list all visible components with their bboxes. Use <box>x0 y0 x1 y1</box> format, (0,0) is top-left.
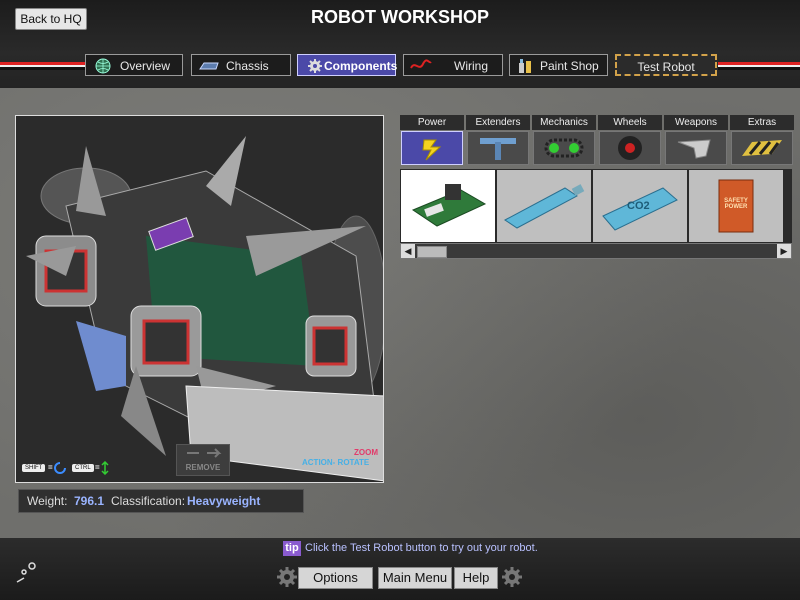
shift-equals: = <box>48 463 53 472</box>
category-power[interactable]: Power <box>400 115 464 167</box>
category-label: Weapons <box>664 115 728 130</box>
category-icon-box <box>665 131 727 165</box>
category-icon-box <box>533 131 595 165</box>
gear-icon <box>277 567 297 587</box>
rotate-icon <box>54 462 66 474</box>
category-icon-box <box>731 131 793 165</box>
tab-components[interactable]: Components <box>297 54 398 76</box>
category-extras[interactable]: Extras <box>730 115 794 167</box>
gear-icon <box>502 567 522 587</box>
robot-3d-viewport[interactable]: REMOVE SHIFT = CTRL = ZOOM ACTION- ROTAT… <box>15 115 384 483</box>
part-circuit-board[interactable] <box>401 170 495 242</box>
tab-label: Components <box>324 59 398 73</box>
game-logo-icon <box>16 562 36 583</box>
help-button[interactable]: Help <box>454 567 498 589</box>
category-label: Extras <box>730 115 794 130</box>
lightning-icon <box>422 139 442 161</box>
wheel-icon <box>618 136 642 160</box>
beam-icon <box>480 138 516 160</box>
parts-list: CO2 SAFETY POWER <box>400 169 792 243</box>
ctrl-key-hint: CTRL <box>72 464 94 472</box>
remove-arrow-icon <box>187 448 222 458</box>
plow-icon <box>677 139 711 159</box>
page-title: ROBOT WORKSHOP <box>311 7 489 27</box>
tab-label: Overview <box>120 59 171 73</box>
co2-label: CO2 <box>627 200 650 212</box>
tank-icon <box>504 184 585 229</box>
part-tank-blue[interactable] <box>497 170 591 242</box>
scroll-right-arrow-icon[interactable]: ▶ <box>777 244 791 258</box>
tab-overview[interactable]: Overview <box>85 54 183 76</box>
category-label: Power <box>400 115 464 130</box>
wire-icon <box>410 59 432 69</box>
action-rotate-hint: ACTION- ROTATE <box>302 458 370 467</box>
robot-model <box>16 116 383 482</box>
parts-scrollbar[interactable]: ◀ ▶ <box>400 243 792 259</box>
tab-chassis[interactable]: Chassis <box>191 54 291 76</box>
category-label: Extenders <box>466 115 530 130</box>
category-mechanics[interactable]: Mechanics <box>532 115 596 167</box>
weight-label: Weight: <box>27 494 68 508</box>
zoom-hint: ZOOM <box>354 448 378 457</box>
safety-power-label: SAFETY POWER <box>724 198 748 210</box>
tab-wiring[interactable]: Wiring <box>403 54 503 76</box>
tab-label: Wiring <box>454 59 489 73</box>
category-icon-box <box>401 131 463 165</box>
chassis-icon <box>199 62 219 70</box>
vertical-arrows-icon <box>101 461 109 475</box>
classification-label: Classification: <box>111 494 186 508</box>
cable-decoration-right <box>718 62 800 70</box>
test-robot-button[interactable]: Test Robot <box>615 54 717 76</box>
ctrl-equals: = <box>95 463 100 472</box>
scroll-left-arrow-icon[interactable]: ◀ <box>401 244 415 258</box>
cable-decoration-left <box>0 62 86 70</box>
chain-icon <box>544 138 584 158</box>
category-weapons[interactable]: Weapons <box>664 115 728 167</box>
category-wheels[interactable]: Wheels <box>598 115 662 167</box>
globe-icon <box>95 58 111 74</box>
robot-stats-bar: Weight: 796.1 Classification: Heavyweigh… <box>18 489 304 513</box>
part-safety-power[interactable]: SAFETY POWER <box>689 170 783 242</box>
remove-label: REMOVE <box>185 463 221 472</box>
part-tank-co2[interactable]: CO2 <box>593 170 687 242</box>
scroll-thumb[interactable] <box>417 246 447 258</box>
tab-label: Paint Shop <box>540 59 599 73</box>
classification-value: Heavyweight <box>187 494 261 508</box>
gear-icon <box>308 59 322 73</box>
component-categories: Power Extenders Mechanics Wheels Weapons… <box>400 115 794 167</box>
category-icon-box <box>467 131 529 165</box>
tab-label: Chassis <box>226 59 269 73</box>
tab-label: Test Robot <box>637 60 695 74</box>
category-icon-box <box>599 131 661 165</box>
circuit-board-icon <box>411 184 487 227</box>
weight-value: 796.1 <box>74 494 105 508</box>
tip-badge: tip <box>283 541 301 556</box>
remove-part-button[interactable]: REMOVE <box>176 444 230 476</box>
tab-paint-shop[interactable]: Paint Shop <box>509 54 608 76</box>
options-button[interactable]: Options <box>298 567 373 589</box>
category-label: Wheels <box>598 115 662 130</box>
shift-key-hint: SHIFT <box>22 464 46 472</box>
category-label: Mechanics <box>532 115 596 130</box>
hazard-plate-icon <box>742 140 782 156</box>
category-extenders[interactable]: Extenders <box>466 115 530 167</box>
paint-can-icon <box>519 59 531 73</box>
main-menu-button[interactable]: Main Menu <box>378 567 452 589</box>
tip-text: Click the Test Robot button to try out y… <box>305 542 538 554</box>
